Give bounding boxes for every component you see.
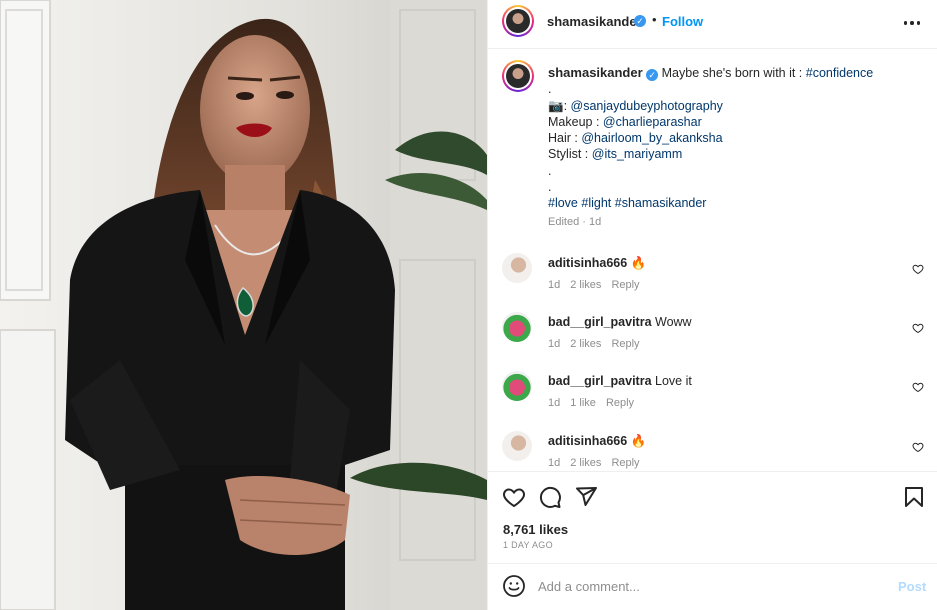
comment-age[interactable]: 1d: [548, 338, 560, 350]
post-actions: 8,761 likes 1 DAY AGO: [488, 471, 937, 569]
stylist-mention-link[interactable]: @its_mariyamm: [592, 147, 682, 161]
likes-count[interactable]: 8,761 likes: [503, 522, 568, 537]
makeup-mention-link[interactable]: @charlieparashar: [603, 115, 702, 129]
comment-like-heart-icon[interactable]: [912, 381, 924, 393]
emoji-smile-icon[interactable]: [502, 574, 526, 598]
caption-dot: .: [548, 180, 552, 195]
reply-button[interactable]: Reply: [611, 457, 639, 469]
comment-like-heart-icon[interactable]: [912, 263, 924, 275]
caption-dot: .: [548, 82, 552, 97]
verified-badge-icon: ✓: [634, 15, 646, 27]
reply-button[interactable]: Reply: [611, 279, 639, 291]
comment-age[interactable]: 1d: [548, 279, 560, 291]
commenter-avatar[interactable]: [502, 371, 532, 401]
comment-likes[interactable]: 2 likes: [570, 279, 601, 291]
hair-mention-link[interactable]: @hairloom_by_akanksha: [581, 131, 722, 145]
add-comment-bar: Post: [488, 563, 937, 610]
commenter-username[interactable]: bad__girl_pavitra: [548, 374, 652, 388]
commenter-avatar[interactable]: [502, 431, 532, 461]
hashtag-link[interactable]: #light: [581, 196, 611, 210]
separator-dot: •: [652, 12, 657, 27]
comment-likes[interactable]: 1 like: [570, 397, 596, 409]
comment-text: Love it: [655, 374, 692, 388]
caption-body: Maybe she's born with it :: [661, 66, 806, 80]
comment-text: 🔥: [630, 256, 647, 270]
commenter-username[interactable]: aditisinha666: [548, 434, 627, 448]
bookmark-icon[interactable]: [902, 485, 926, 509]
comment-item: aditisinha666 🔥 1d 2 likes Reply: [488, 253, 937, 309]
post-header: shamasikander ✓ • Follow: [488, 0, 937, 49]
hashtag-link[interactable]: #confidence: [806, 66, 873, 80]
post-date: 1 DAY AGO: [503, 540, 553, 550]
post-photo[interactable]: [0, 0, 487, 610]
photographer-mention-link[interactable]: @sanjaydubeyphotography: [571, 99, 723, 113]
caption-dot: .: [548, 163, 552, 178]
hair-label: Hair :: [548, 131, 582, 146]
meta-separator: ·: [582, 216, 586, 228]
caption-meta: Edited · 1d: [548, 216, 601, 228]
more-horizontal-icon[interactable]: [900, 11, 924, 35]
edited-label: Edited: [548, 216, 580, 228]
comment-age[interactable]: 1d: [548, 397, 560, 409]
comment-text: Woww: [655, 315, 692, 329]
hashtag-link[interactable]: #love: [548, 196, 578, 210]
makeup-label: Makeup :: [548, 114, 603, 129]
commenter-username[interactable]: bad__girl_pavitra: [548, 315, 652, 329]
comment-likes[interactable]: 2 likes: [570, 338, 601, 350]
comment-like-heart-icon[interactable]: [912, 441, 924, 453]
comment-item: bad__girl_pavitra Love it 1d 1 like Reply: [488, 371, 937, 427]
reply-button[interactable]: Reply: [606, 397, 634, 409]
comment-age[interactable]: 1d: [548, 457, 560, 469]
comment-like-heart-icon[interactable]: [912, 322, 924, 334]
post-details-panel: shamasikander ✓ • Follow shamasikander ✓…: [487, 0, 937, 610]
author-avatar[interactable]: [502, 5, 534, 37]
commenter-username[interactable]: aditisinha666: [548, 256, 627, 270]
post-comment-button[interactable]: Post: [898, 579, 926, 594]
post-image: [0, 0, 487, 610]
author-username[interactable]: shamasikander: [547, 14, 642, 29]
stylist-label: Stylist :: [548, 147, 592, 162]
follow-button[interactable]: Follow: [662, 14, 703, 29]
comment-item: bad__girl_pavitra Woww 1d 2 likes Reply: [488, 312, 937, 368]
comment-input[interactable]: [538, 576, 868, 596]
comment-bubble-icon[interactable]: [538, 485, 562, 509]
comment-text: 🔥: [630, 434, 647, 448]
commenter-avatar[interactable]: [502, 253, 532, 283]
reply-button[interactable]: Reply: [611, 338, 639, 350]
verified-badge-icon: ✓: [646, 69, 659, 81]
caption-author-avatar[interactable]: [502, 60, 534, 92]
caption-age[interactable]: 1d: [589, 216, 601, 228]
comment-likes[interactable]: 2 likes: [570, 457, 601, 469]
caption-colon: :: [563, 98, 571, 113]
camera-icon: 📷: [548, 98, 564, 113]
heart-icon[interactable]: [502, 485, 526, 509]
caption-username[interactable]: shamasikander: [548, 65, 643, 80]
caption-text: shamasikander ✓ Maybe she's born with it…: [548, 65, 918, 212]
paper-plane-icon[interactable]: [574, 485, 598, 509]
commenter-avatar[interactable]: [502, 312, 532, 342]
hashtag-link[interactable]: #shamasikander: [615, 196, 707, 210]
